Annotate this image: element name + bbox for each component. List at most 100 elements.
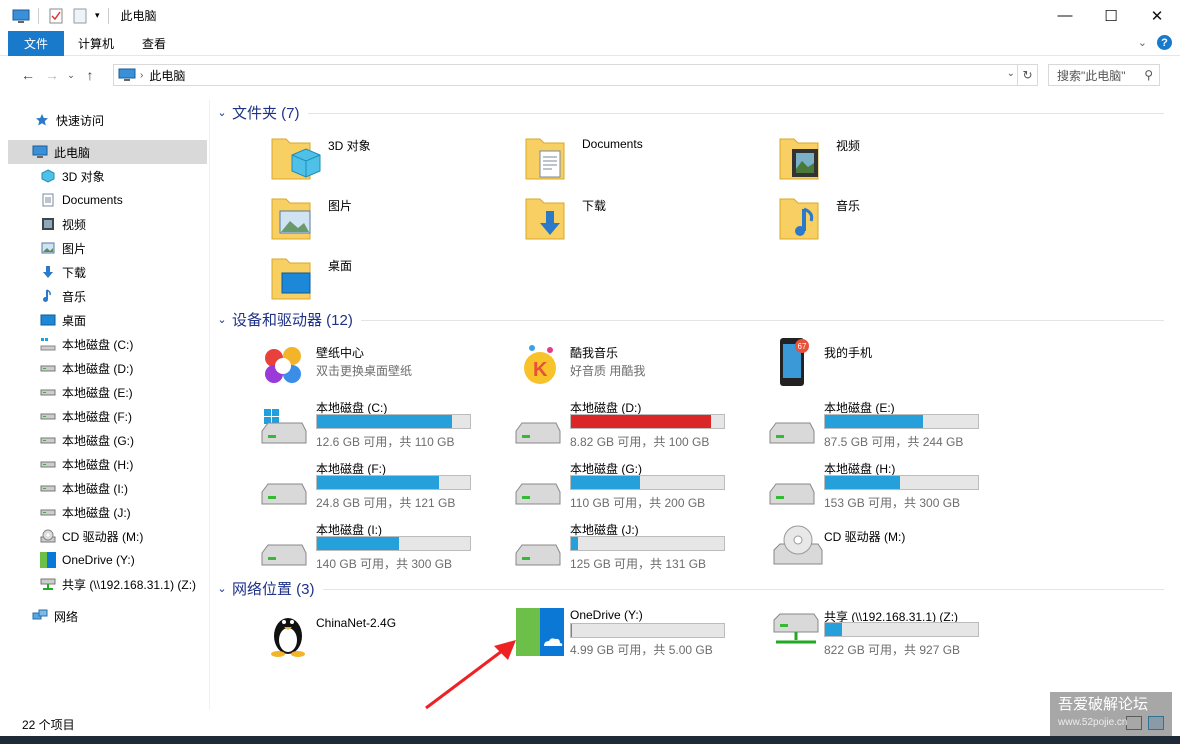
cd-drive-m[interactable]: CD 驱动器 (M:) [772,520,1012,576]
nav-item-quick-access[interactable]: 快速访问 [34,108,104,132]
folder-pictures[interactable]: 图片 [270,193,510,249]
breadcrumb-this-pc[interactable]: 此电脑 [149,67,185,84]
drive-usage-bar [570,475,725,490]
nav-item-drive-d[interactable]: 本地磁盘 (D:) [40,356,133,380]
drive-tile[interactable]: 本地磁盘 (E:) 87.5 GB 可用，共 244 GB [766,397,1006,453]
folder-name: 音乐 [836,199,861,213]
chevron-down-icon[interactable]: ⌄ [212,313,232,326]
nav-label: 本地磁盘 (D:) [62,361,134,376]
nav-item-drive-c[interactable]: 本地磁盘 (C:) [40,332,133,356]
expand-ribbon-icon[interactable]: ⌄ [1138,36,1147,49]
drive-usage-bar [570,536,725,551]
nav-label: 下载 [62,265,87,280]
watermark: 吾爱破解论坛 www.52pojie.cn [1050,692,1172,736]
onedrive-icon [516,608,564,656]
properties-icon[interactable] [47,7,65,25]
drive-tile[interactable]: 本地磁盘 (H:) 153 GB 可用，共 300 GB [766,458,1006,514]
folder-documents[interactable]: Documents [524,133,764,189]
nav-item-3d-objects[interactable]: 3D 对象 [40,164,105,188]
nav-label: 视频 [62,217,87,232]
drive-icon [261,483,307,505]
network-icon [32,608,48,624]
address-bar[interactable]: › 此电脑 ⌄ ↻ [113,64,1038,86]
folder-music[interactable]: 音乐 [778,193,1018,249]
tab-file[interactable]: 文件 [8,30,64,56]
group-title: 设备和驱动器 (12) [232,311,353,329]
drive-tile[interactable]: 本地磁盘 (C:) 12.6 GB 可用，共 110 GB [258,397,498,453]
drive-tile[interactable]: 本地磁盘 (I:) 140 GB 可用，共 300 GB [258,519,498,575]
nav-item-this-pc[interactable]: 此电脑 [8,140,207,164]
nav-item-drive-i[interactable]: 本地磁盘 (I:) [40,476,128,500]
folder-videos[interactable]: 视频 [778,133,1018,189]
maximize-button[interactable]: ☐ [1088,0,1134,31]
new-folder-icon[interactable] [71,7,89,25]
group-header-network[interactable]: ⌄ 网络位置 (3) [212,577,1164,599]
nav-item-music[interactable]: 音乐 [40,284,86,308]
chevron-down-icon[interactable]: ▾ [95,10,100,21]
drive-tile[interactable]: 本地磁盘 (J:) 125 GB 可用，共 131 GB [512,519,752,575]
minimize-button[interactable]: — [1042,0,1088,31]
star-icon [34,112,50,128]
network-drive-icon [40,576,56,592]
breadcrumb-chevron-icon[interactable]: › [140,70,143,81]
recent-locations-button[interactable]: ⌄ [64,63,78,87]
drive-icon [40,384,56,400]
group-header-folders[interactable]: ⌄ 文件夹 (7) [212,101,1164,123]
drive-icon [769,483,815,505]
folder-3d-objects[interactable]: 3D 对象 [270,133,510,189]
nav-label: 本地磁盘 (H:) [62,457,134,472]
nav-item-drive-f[interactable]: 本地磁盘 (F:) [40,404,132,428]
search-input[interactable]: 搜索"此电脑" ⚲ [1048,64,1160,86]
nav-item-documents[interactable]: Documents [40,188,123,212]
back-button[interactable]: ← [16,63,40,87]
forward-button[interactable]: → [40,63,64,87]
app-kuwo-music[interactable]: K 酷我音乐 好音质 用酷我 [518,340,758,396]
folder-downloads[interactable]: 下载 [524,193,764,249]
drive-free-space: 24.8 GB 可用，共 121 GB [316,496,456,510]
toolbar-separator [107,7,109,24]
nav-item-desktop[interactable]: 桌面 [40,308,86,332]
up-button[interactable]: ↑ [78,63,102,87]
toolbar-separator [38,7,39,24]
help-icon[interactable]: ? [1157,35,1172,50]
drive-usage-bar [316,414,471,429]
ribbon-right: ⌄ ? [1138,35,1172,50]
film-icon [40,216,56,232]
nav-item-videos[interactable]: 视频 [40,212,86,236]
drive-tile[interactable]: 本地磁盘 (F:) 24.8 GB 可用，共 121 GB [258,458,498,514]
chevron-down-icon[interactable]: ⌄ [212,582,232,595]
usage-fill [571,415,711,428]
nav-item-drive-j[interactable]: 本地磁盘 (J:) [40,500,131,524]
tab-view[interactable]: 查看 [128,31,180,56]
folder-name: 图片 [328,199,353,213]
address-dropdown-icon[interactable]: ⌄ [1007,68,1015,79]
nav-item-drive-g[interactable]: 本地磁盘 (G:) [40,428,134,452]
group-header-devices[interactable]: ⌄ 设备和驱动器 (12) [212,308,1164,330]
nav-item-cd-drive[interactable]: CD 驱动器 (M:) [40,524,143,548]
drive-usage-bar [316,536,471,551]
app-wallpaper-center[interactable]: 壁纸中心 双击更换桌面壁纸 [258,340,498,396]
network-onedrive[interactable]: OneDrive (Y:) 4.99 GB 可用，共 5.00 GB [516,608,756,664]
network-share-z[interactable]: 共享 (\\192.168.31.1) (Z:) 822 GB 可用，共 927… [770,610,1010,666]
nav-item-pictures[interactable]: 图片 [40,236,86,260]
nav-item-downloads[interactable]: 下载 [40,260,86,284]
tab-computer[interactable]: 计算机 [64,31,128,56]
folder-documents-icon [525,138,565,180]
nav-item-network-share[interactable]: 共享 (\\192.168.31.1) (Z:) [40,572,196,596]
drive-tile[interactable]: 本地磁盘 (D:) 8.82 GB 可用，共 100 GB [512,397,752,453]
nav-item-drive-h[interactable]: 本地磁盘 (H:) [40,452,133,476]
app-my-phone[interactable]: 67 我的手机 [772,336,1012,392]
drive-icon [40,504,56,520]
wallpaper-center-icon [265,347,301,383]
network-name: OneDrive (Y:) [570,608,643,622]
nav-item-drive-e[interactable]: 本地磁盘 (E:) [40,380,133,404]
nav-item-onedrive[interactable]: OneDrive (Y:) [40,548,135,572]
chevron-down-icon[interactable]: ⌄ [212,106,232,119]
close-button[interactable]: ✕ [1134,0,1180,31]
app-subtitle: 双击更换桌面壁纸 [316,364,413,378]
nav-item-network[interactable]: 网络 [32,604,78,628]
refresh-icon[interactable]: ↻ [1017,65,1037,85]
folder-desktop[interactable]: 桌面 [270,253,510,309]
drive-tile[interactable]: 本地磁盘 (G:) 110 GB 可用，共 200 GB [512,458,752,514]
pc-icon[interactable] [12,7,30,25]
